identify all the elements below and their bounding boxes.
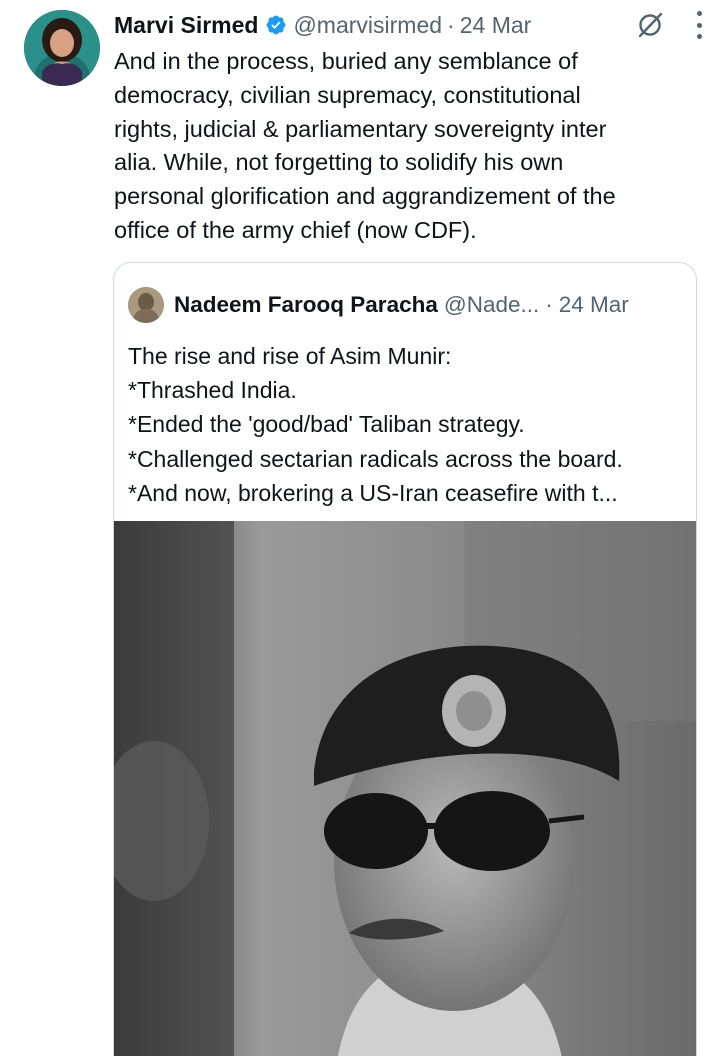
quoted-author-name[interactable]: Nadeem Farooq Paracha [174,292,438,318]
quoted-tweet-date[interactable]: 24 Mar [559,292,629,318]
more-options-icon[interactable] [695,11,703,39]
separator: · [447,11,455,38]
tweet-text-line: rights, judicial & parliamentary soverei… [114,115,607,142]
quoted-tweet[interactable]: Nadeem Farooq Paracha @Nade... · 24 Mar … [113,262,697,1056]
grok-icon[interactable] [635,10,665,40]
verified-badge-icon [265,14,287,36]
quoted-text-line: *Challenged sectarian radicals across th… [128,445,623,472]
tweet-date[interactable]: 24 Mar [460,12,532,39]
quoted-tweet-image[interactable] [114,521,696,1056]
author-handle[interactable]: @marvisirmed [293,12,442,39]
tweet-text-line: And in the process, buried any semblance… [114,48,578,74]
quoted-tweet-header: Nadeem Farooq Paracha @Nade... · 24 Mar [128,287,686,323]
tweet[interactable]: Marvi Sirmed @marvisirmed · 24 Mar And i… [0,0,719,1056]
tweet-text-line: alia. While, not forgetting to solidify … [114,149,564,176]
quoted-text-line: *And now, brokering a US-Iran ceasefire … [128,479,618,506]
author-avatar[interactable] [24,10,100,86]
separator: · [545,292,553,317]
quoted-text-line: *Thrashed India. [128,377,297,404]
quoted-author-handle[interactable]: @Nade... [444,292,539,318]
quoted-author-avatar[interactable] [128,287,164,323]
tweet-text: And in the process, buried any semblance… [114,45,694,248]
header-actions [635,10,703,40]
quoted-tweet-text: The rise and rise of Asim Munir: *Thrash… [128,339,694,510]
tweet-header: Marvi Sirmed @marvisirmed · 24 Mar [114,8,699,42]
quoted-text-line: *Ended the 'good/bad' Taliban strategy. [128,411,525,438]
tweet-text-line: office of the army chief (now CDF). [114,216,477,243]
author-name[interactable]: Marvi Sirmed [114,12,258,39]
quoted-text-line: The rise and rise of Asim Munir: [128,343,452,369]
tweet-text-line: democracy, civilian supremacy, constitut… [114,81,581,108]
tweet-text-line: personal glorification and aggrandizemen… [114,183,616,210]
